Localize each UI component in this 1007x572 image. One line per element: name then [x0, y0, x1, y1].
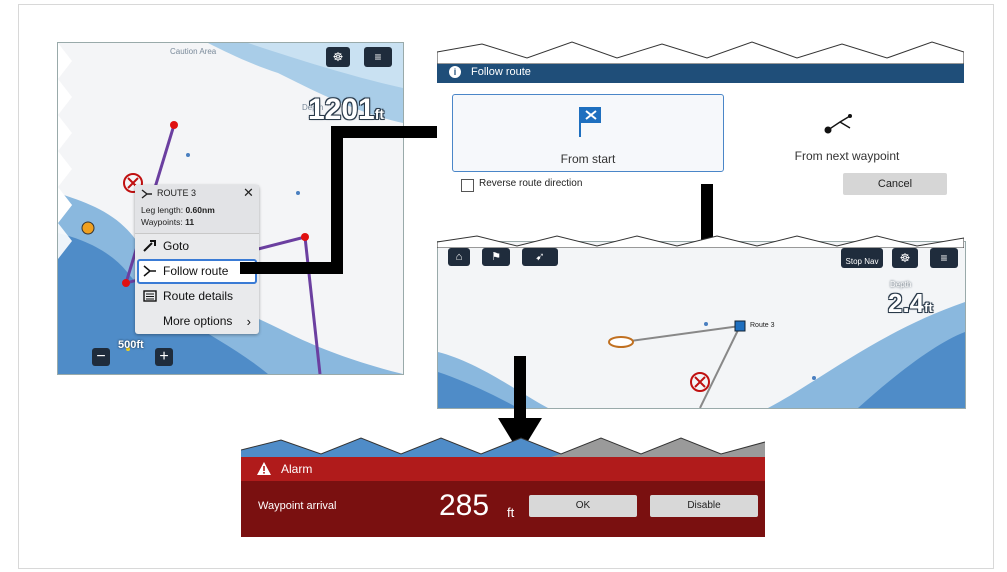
route-icon [141, 189, 152, 199]
route-details-menu-item[interactable]: Route details [135, 284, 259, 309]
cancel-button[interactable]: Cancel [843, 173, 947, 195]
alarm-title-bar: Alarm [241, 457, 765, 481]
waypoint-leg-icon [824, 114, 852, 134]
torn-edge-top-2 [437, 41, 964, 64]
reverse-route-label: Reverse route direction [479, 178, 583, 189]
waypoints: Waypoints: 11 [141, 217, 194, 227]
menu-icon[interactable]: ≡ [364, 47, 392, 67]
caution-area-label: Caution Area [170, 47, 217, 56]
follow-route-label: Follow route [163, 264, 229, 278]
follow-route-menu-item[interactable]: Follow route [137, 259, 257, 284]
start-flag-icon [579, 107, 601, 137]
alarm-panel: Alarm Waypoint arrival 285 ft OK Disable [241, 434, 765, 537]
menu-icon[interactable]: ≡ [930, 248, 958, 268]
from-start-option[interactable]: From start [452, 94, 724, 172]
goto-icon [143, 240, 156, 252]
alarm-title: Alarm [281, 462, 313, 476]
alarm-distance-unit: ft [507, 505, 515, 520]
dialog-title-bar: i Follow route [437, 61, 964, 83]
disable-button[interactable]: Disable [650, 495, 758, 517]
from-next-waypoint-label: From next waypoint [794, 149, 900, 163]
alarm-distance-value: 285 [439, 489, 490, 522]
alarm-body: Waypoint arrival 285 ft OK Disable [241, 481, 765, 537]
route-icon [143, 265, 156, 277]
depth-readout-2: 2.4ft [888, 288, 933, 319]
warning-icon [257, 462, 271, 475]
leg-length: Leg length: 0.60nm [141, 205, 215, 215]
waypoints-label: Waypoints: [141, 217, 183, 227]
ok-button[interactable]: OK [529, 495, 637, 517]
helm-icon[interactable]: ☸ [892, 248, 918, 268]
helm-icon[interactable]: ☸ [326, 47, 350, 67]
leg-length-value: 0.60nm [185, 205, 215, 215]
list-icon [143, 290, 157, 302]
more-options-label: More options [163, 314, 233, 328]
goto-label: Goto [163, 239, 190, 253]
depth-value-2: 2.4 [888, 288, 925, 318]
waypoint-flag-icon[interactable]: ⚑ [482, 248, 510, 266]
leg-length-label: Leg length: [141, 205, 184, 215]
alarm-message: Waypoint arrival [258, 500, 337, 512]
zoom-out-button[interactable]: − [92, 348, 110, 366]
from-start-label: From start [560, 152, 616, 166]
zoom-in-button[interactable]: + [155, 348, 173, 366]
waypoints-value: 11 [185, 217, 195, 227]
dialog-title: Follow route [471, 66, 531, 78]
scale-label: 500ft [118, 339, 144, 351]
more-options-menu-item[interactable]: More options › [135, 309, 259, 334]
route-details-label: Route details [163, 289, 234, 303]
stop-nav-button[interactable]: Stop Nav [841, 248, 883, 268]
route-name: ROUTE 3 [157, 188, 197, 198]
info-icon: i [449, 66, 461, 78]
reverse-route-checkbox[interactable] [461, 179, 474, 192]
home-icon[interactable]: ⌂ [448, 248, 470, 266]
depth-unit-2: ft [924, 300, 933, 315]
from-next-waypoint-option[interactable]: From next waypoint [742, 94, 952, 170]
goto-icon[interactable]: ➹ [522, 248, 558, 266]
route-label: Route 3 [750, 322, 775, 329]
chevron-right-icon: › [246, 314, 251, 329]
torn-edge-top-3 [437, 235, 964, 248]
